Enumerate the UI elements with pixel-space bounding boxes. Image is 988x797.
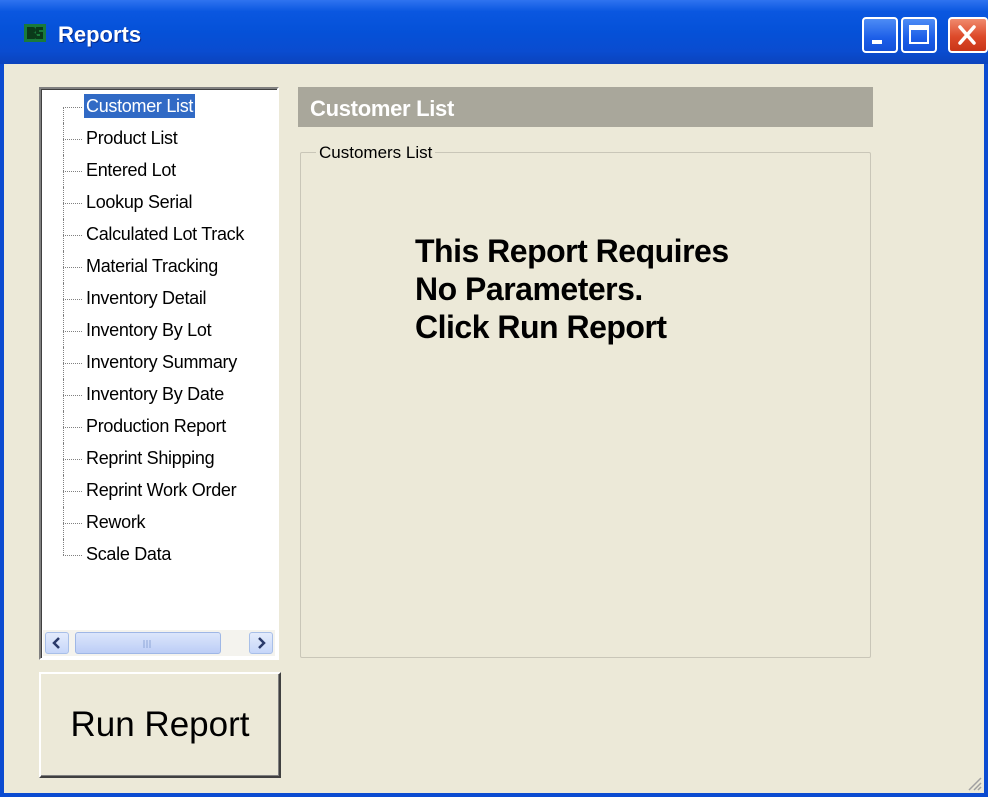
groupbox-title: Customers List xyxy=(316,143,436,163)
grip-icon xyxy=(143,640,151,648)
tree-item-label: Customer List xyxy=(84,94,196,118)
tree-item-material-tracking[interactable]: Material Tracking xyxy=(41,251,277,283)
tree-item-reprint-work-order[interactable]: Reprint Work Order xyxy=(41,475,277,507)
app-logo-icon xyxy=(24,24,46,42)
minimize-icon xyxy=(872,40,882,44)
tree-item-production-report[interactable]: Production Report xyxy=(41,411,277,443)
tree-item-customer-list[interactable]: Customer List xyxy=(41,91,277,123)
tree-item-product-list[interactable]: Product List xyxy=(41,123,277,155)
run-report-button[interactable]: Run Report xyxy=(39,672,281,778)
tree-item-inventory-summary[interactable]: Inventory Summary xyxy=(41,347,277,379)
panel-header: Customer List xyxy=(298,87,873,127)
tree-item-label: Inventory By Lot xyxy=(86,320,212,340)
panel-header-title: Customer List xyxy=(310,96,455,121)
window-border-left xyxy=(0,64,4,797)
tree-item-label: Inventory By Date xyxy=(86,384,224,404)
tree-item-rework[interactable]: Rework xyxy=(41,507,277,539)
parameters-groupbox xyxy=(300,152,871,658)
tree-item-label: Scale Data xyxy=(86,544,172,564)
tree-item-label: Material Tracking xyxy=(86,256,218,276)
tree-item-label: Production Report xyxy=(86,416,226,436)
minimize-button[interactable] xyxy=(862,17,898,53)
no-parameters-message: This Report Requires No Parameters. Clic… xyxy=(415,232,855,346)
chevron-left-icon xyxy=(52,637,60,649)
scroll-thumb[interactable] xyxy=(75,632,221,654)
tree-item-scale-data[interactable]: Scale Data xyxy=(41,539,277,571)
message-line: No Parameters. xyxy=(415,271,643,307)
tree-item-label: Rework xyxy=(86,512,146,532)
tree-items: Customer List Product List Entered Lot L… xyxy=(41,91,277,571)
tree-item-reprint-shipping[interactable]: Reprint Shipping xyxy=(41,443,277,475)
tree-item-calculated-lot-track[interactable]: Calculated Lot Track xyxy=(41,219,277,251)
scroll-left-button[interactable] xyxy=(45,632,69,654)
chevron-right-icon xyxy=(258,637,266,649)
tree-item-label: Product List xyxy=(86,128,178,148)
tree-item-label: Calculated Lot Track xyxy=(86,224,245,244)
tree-item-label: Entered Lot xyxy=(86,160,176,180)
close-button[interactable] xyxy=(948,17,988,53)
tree-item-inventory-detail[interactable]: Inventory Detail xyxy=(41,283,277,315)
tree-item-label: Inventory Summary xyxy=(86,352,237,372)
reports-window: Reports Customer List Product List Enter… xyxy=(0,0,988,797)
message-line: This Report Requires xyxy=(415,233,729,269)
close-icon xyxy=(958,25,976,45)
tree-item-label: Reprint Work Order xyxy=(86,480,237,500)
tree-item-entered-lot[interactable]: Entered Lot xyxy=(41,155,277,187)
tree-item-lookup-serial[interactable]: Lookup Serial xyxy=(41,187,277,219)
maximize-button[interactable] xyxy=(901,17,937,53)
window-border-right xyxy=(984,64,988,797)
scroll-right-button[interactable] xyxy=(249,632,273,654)
report-tree[interactable]: Customer List Product List Entered Lot L… xyxy=(39,87,279,660)
horizontal-scrollbar[interactable] xyxy=(43,630,275,656)
resize-grip-icon[interactable] xyxy=(966,775,982,791)
title-bar[interactable]: Reports xyxy=(0,0,988,64)
window-title: Reports xyxy=(58,22,142,47)
tree-item-inventory-by-date[interactable]: Inventory By Date xyxy=(41,379,277,411)
window-border-bottom xyxy=(0,793,988,797)
tree-item-inventory-by-lot[interactable]: Inventory By Lot xyxy=(41,315,277,347)
tree-item-label: Inventory Detail xyxy=(86,288,207,308)
tree-item-label: Lookup Serial xyxy=(86,192,193,212)
maximize-icon xyxy=(909,25,929,44)
tree-item-label: Reprint Shipping xyxy=(86,448,215,468)
message-line: Click Run Report xyxy=(415,309,667,345)
